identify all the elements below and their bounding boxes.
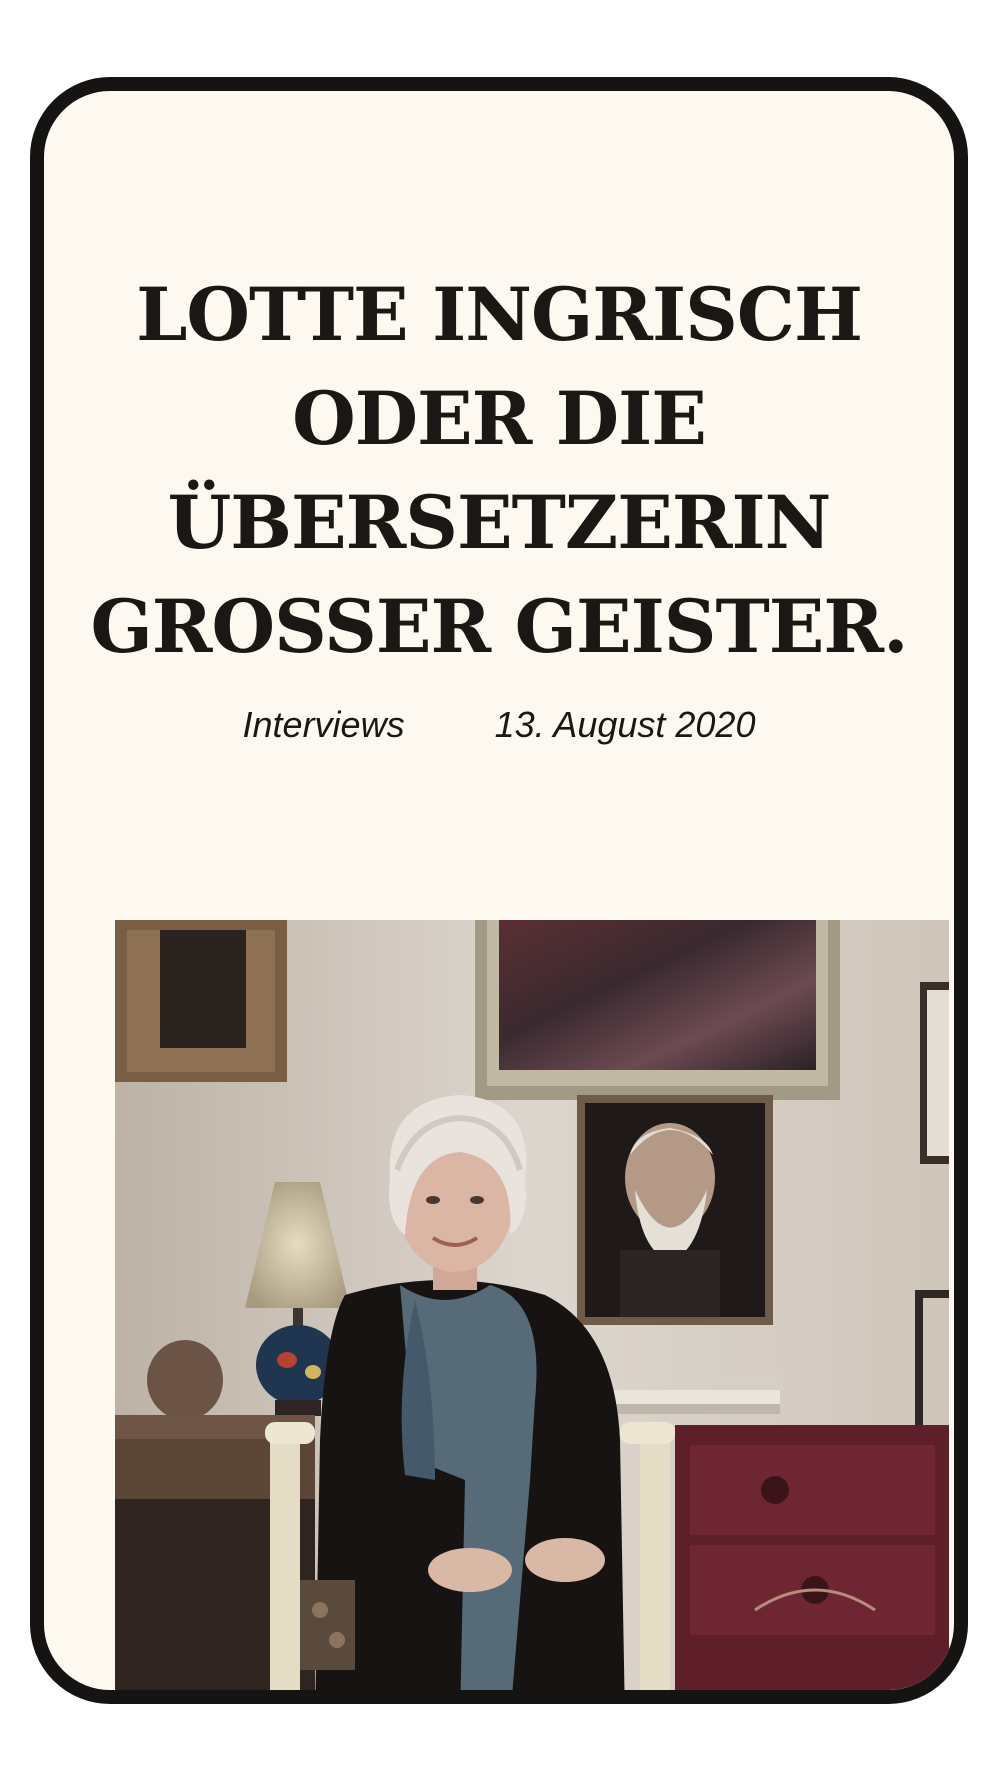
article-title-line: LOTTE INGRISCH (136, 272, 863, 358)
article-title-line: ÜBERSETZERIN (167, 480, 832, 566)
article-photo (115, 920, 949, 1690)
article-title-line: GROSSER GEISTER. (90, 584, 908, 670)
category-link[interactable]: Interviews (243, 704, 405, 745)
article-meta: Interviews 13. August 2020 (44, 703, 954, 747)
phone-frame: LOTTE INGRISCH ODER DIE ÜBERSETZERIN GRO… (30, 77, 968, 1704)
article-title: LOTTE INGRISCH ODER DIE ÜBERSETZERIN GRO… (44, 263, 954, 679)
publish-date: 13. August 2020 (494, 704, 756, 745)
article-title-line: ODER DIE (292, 376, 707, 462)
